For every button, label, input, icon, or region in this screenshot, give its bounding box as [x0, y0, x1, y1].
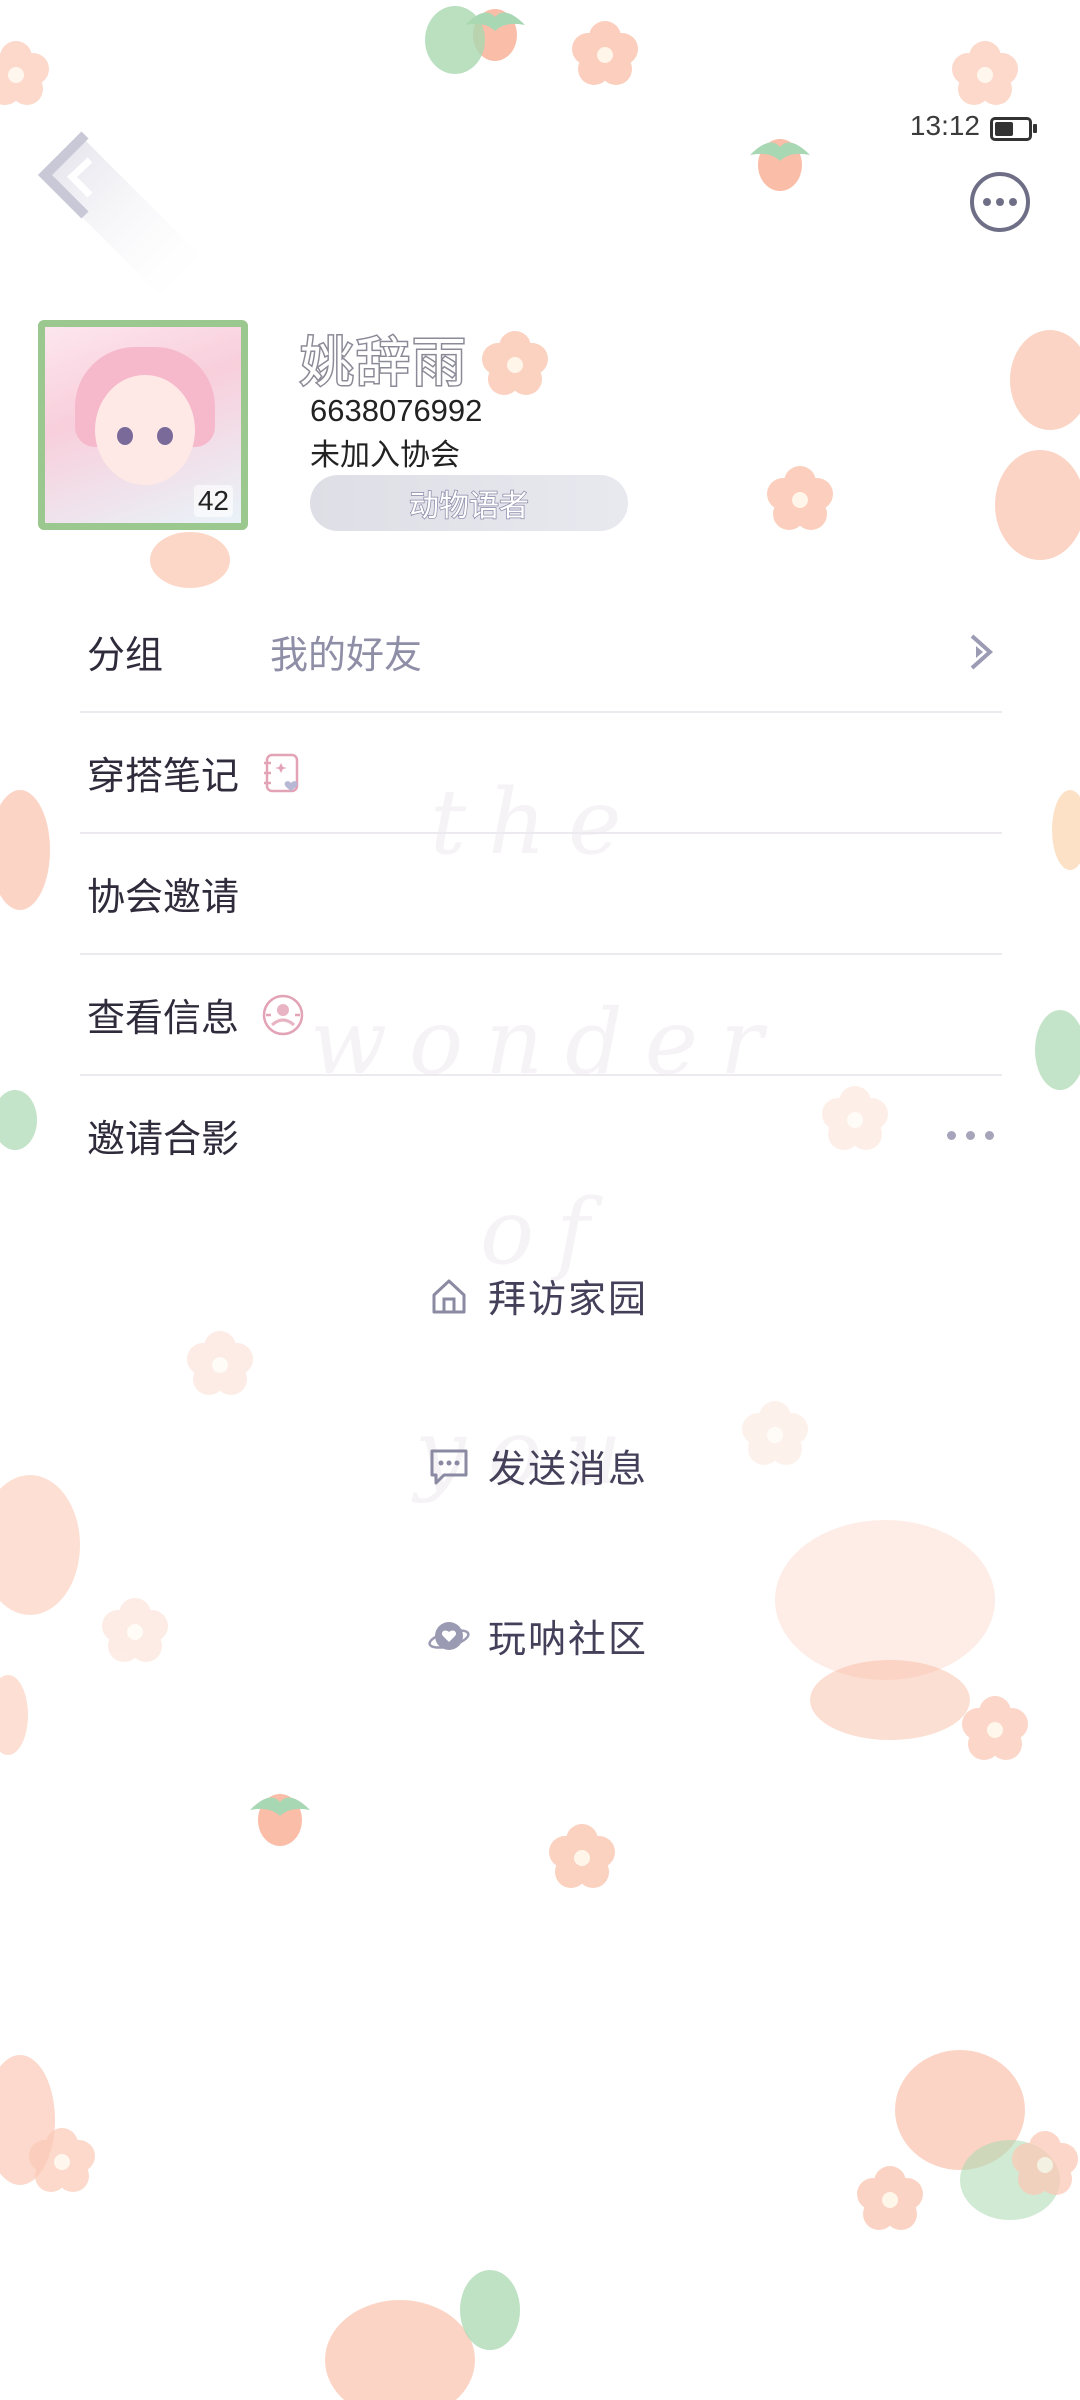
avatar-face — [95, 375, 195, 485]
send-message-button[interactable]: 发送消息 — [428, 1438, 648, 1493]
row-club-invite[interactable]: 协会邀请 — [80, 834, 1002, 955]
visit-home-label: 拜访家园 — [488, 1277, 649, 1321]
battery-icon — [990, 117, 1037, 141]
row-view-info-label: 查看信息 — [87, 996, 240, 1040]
club-status: 未加入协会 — [310, 438, 460, 473]
dot — [983, 198, 991, 206]
avatar-eye — [157, 427, 173, 445]
level-badge: 42 — [193, 485, 233, 517]
row-photo-invite[interactable]: 邀请合影 — [80, 1076, 1002, 1195]
player-id: 6638076992 — [310, 393, 483, 428]
planet-heart-icon — [428, 1621, 470, 1650]
row-group-value: 我的好友 — [270, 633, 423, 677]
row-group[interactable]: 分组 我的好友 — [80, 592, 1002, 713]
notebook-icon — [264, 753, 299, 792]
avatar[interactable]: 42 — [38, 320, 248, 530]
row-outfit-notes-label: 穿搭笔记 — [87, 754, 240, 798]
player-name: 姚辞雨 — [299, 330, 468, 396]
back-button[interactable] — [30, 125, 210, 305]
dot — [996, 198, 1004, 206]
visit-home-button[interactable]: 拜访家园 — [428, 1268, 648, 1323]
row-club-invite-label: 协会邀请 — [87, 875, 240, 919]
friend-options-list: 分组 我的好友 穿搭笔记 协会邀请 查看信息 邀请合影 — [80, 592, 1002, 1195]
community-button[interactable]: 玩呐社区 — [428, 1608, 648, 1663]
more-options-button[interactable] — [970, 172, 1030, 232]
dot — [947, 1131, 956, 1140]
community-label: 玩呐社区 — [488, 1617, 649, 1661]
dot — [985, 1131, 994, 1140]
profile-info-icon — [262, 994, 304, 1035]
row-view-info[interactable]: 查看信息 — [80, 955, 1002, 1076]
battery-fill — [995, 122, 1013, 136]
ellipsis-icon — [947, 1131, 994, 1140]
dot — [1009, 198, 1017, 206]
row-photo-invite-label: 邀请合影 — [87, 1117, 240, 1161]
title-badge[interactable]: 动物语者 — [310, 475, 628, 531]
row-outfit-notes[interactable]: 穿搭笔记 — [80, 713, 1002, 834]
row-group-label: 分组 — [87, 633, 164, 677]
status-time: 13:12 — [909, 110, 980, 141]
avatar-eye — [117, 427, 133, 445]
chevron-right-icon — [970, 634, 994, 669]
dot — [966, 1131, 975, 1140]
title-badge-label: 动物语者 — [408, 488, 530, 525]
home-icon — [432, 1279, 466, 1313]
message-icon — [430, 1449, 468, 1484]
send-message-label: 发送消息 — [488, 1447, 649, 1491]
